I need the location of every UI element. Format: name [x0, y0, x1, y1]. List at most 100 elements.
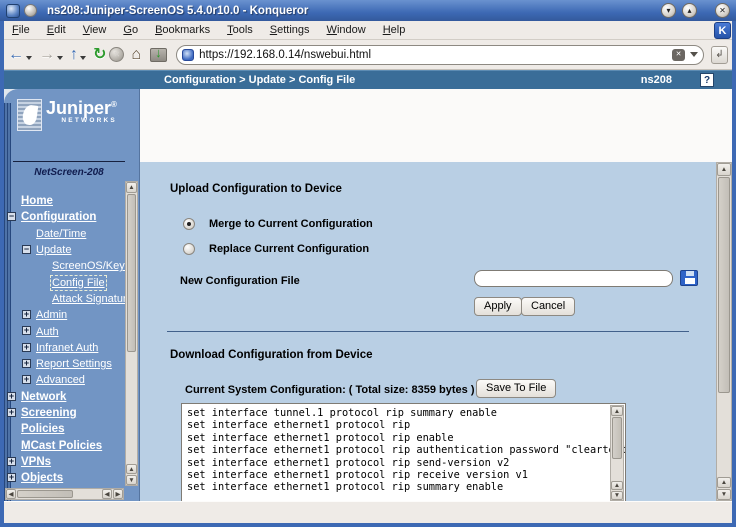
sidebar-link-home[interactable]: Home: [21, 195, 53, 207]
window-menu-icon[interactable]: [6, 4, 20, 18]
sidebar-link-policies[interactable]: Policies: [21, 423, 64, 435]
konqueror-window: ns208:Juniper-ScreenOS 5.4.0r10.0 - Konq…: [0, 0, 736, 527]
sidebar-link-config-file[interactable]: Config File: [52, 277, 105, 289]
sidebar-link-auth[interactable]: Auth: [36, 326, 59, 338]
expand-toggle-icon[interactable]: +: [7, 408, 16, 417]
expand-toggle-icon[interactable]: +: [7, 392, 16, 401]
expand-toggle-icon[interactable]: +: [22, 343, 31, 352]
save-to-file-button[interactable]: Save To File: [476, 379, 556, 398]
pager-icon: [24, 4, 37, 17]
config-textarea[interactable]: set interface tunnel.1 protocol rip summ…: [181, 403, 626, 501]
page-vertical-scrollbar[interactable]: ▲ ▲ ▼: [716, 162, 732, 501]
menu-file[interactable]: File: [12, 24, 30, 36]
sidebar-horizontal-scrollbar[interactable]: ◀ ◀ ▶: [5, 488, 124, 500]
sidebar-link-mcast-policies[interactable]: MCast Policies: [21, 440, 102, 452]
status-bar: [4, 501, 732, 523]
help-button[interactable]: ?: [700, 73, 714, 87]
sidebar-link-screenos-keys[interactable]: ScreenOS/Keys: [52, 260, 126, 272]
sidebar-item-objects[interactable]: + Objects: [4, 470, 126, 486]
sidebar-link-update[interactable]: Update: [36, 244, 71, 256]
new-config-file-input[interactable]: [474, 270, 673, 287]
sidebar-link-attack-signature[interactable]: Attack Signature: [52, 293, 126, 305]
sidebar-item-home[interactable]: Home: [4, 193, 126, 209]
stop-button[interactable]: ✕: [109, 47, 124, 62]
go-button[interactable]: ↲: [711, 46, 728, 64]
sidebar-link-vpns[interactable]: VPNs: [21, 456, 51, 468]
menu-tools[interactable]: Tools: [227, 24, 253, 36]
expand-toggle-icon[interactable]: +: [7, 473, 16, 482]
menu-edit[interactable]: Edit: [47, 24, 66, 36]
expand-toggle-icon[interactable]: +: [22, 310, 31, 319]
merge-radio-label: Merge to Current Configuration: [209, 218, 373, 230]
replace-radio[interactable]: [183, 243, 195, 255]
expand-toggle-icon[interactable]: +: [7, 457, 16, 466]
sidebar-link-admin[interactable]: Admin: [36, 309, 67, 321]
sidebar-item-report-settings[interactable]: + Report Settings: [4, 356, 126, 372]
sidebar-item-attack-signature[interactable]: Attack Signature: [4, 291, 126, 307]
sidebar-item-admin[interactable]: + Admin: [4, 307, 126, 323]
replace-radio-label: Replace Current Configuration: [209, 243, 369, 255]
location-dropdown-icon[interactable]: [690, 52, 698, 57]
maximize-button[interactable]: ▴: [682, 3, 697, 18]
minimize-button[interactable]: ▾: [661, 3, 676, 18]
sidebar-vertical-scrollbar[interactable]: ▲ ▲ ▼: [125, 181, 138, 486]
menu-bookmarks[interactable]: Bookmarks: [155, 24, 210, 36]
merge-radio[interactable]: [183, 218, 195, 230]
sidebar-link-date-time[interactable]: Date/Time: [36, 228, 86, 240]
menu-help[interactable]: Help: [383, 24, 406, 36]
sidebar-item-config-file[interactable]: Config File: [4, 274, 126, 290]
sidebar-link-network[interactable]: Network: [21, 391, 66, 403]
sidebar-item-network[interactable]: + Network: [4, 389, 126, 405]
reload-button[interactable]: ↻: [93, 47, 106, 63]
upload-section-heading: Upload Configuration to Device: [170, 183, 342, 195]
sidebar-item-screening[interactable]: + Screening: [4, 405, 126, 421]
back-button[interactable]: ←: [8, 47, 36, 63]
sidebar-link-advanced[interactable]: Advanced: [36, 374, 85, 386]
sidebar-item-update[interactable]: −Update: [4, 242, 126, 258]
sidebar-item-advanced[interactable]: + Advanced: [4, 372, 126, 388]
menu-go[interactable]: Go: [123, 24, 138, 36]
close-button[interactable]: ✕: [715, 3, 730, 18]
sidebar-link-configuration[interactable]: Configuration: [21, 211, 96, 223]
merge-radio-row[interactable]: Merge to Current Configuration: [183, 218, 373, 230]
download-button[interactable]: ↓: [150, 48, 167, 62]
expand-toggle-icon[interactable]: +: [22, 326, 31, 335]
sidebar-item-infranet-auth[interactable]: + Infranet Auth: [4, 340, 126, 356]
expand-toggle-icon[interactable]: +: [22, 375, 31, 384]
collapse-toggle-icon[interactable]: −: [7, 212, 16, 221]
replace-radio-row[interactable]: Replace Current Configuration: [183, 243, 369, 255]
sidebar-item-date-time[interactable]: Date/Time: [4, 226, 126, 242]
sidebar-item-configuration[interactable]: −Configuration: [4, 209, 126, 225]
menu-view[interactable]: View: [83, 24, 107, 36]
expand-toggle-icon[interactable]: +: [22, 359, 31, 368]
breadcrumb: Configuration > Update > Config File: [4, 74, 355, 86]
location-bar[interactable]: https://192.168.0.14/nswebui.html ✕: [176, 45, 704, 65]
back-dropdown-icon[interactable]: [26, 56, 32, 60]
sidebar-item-screenos-keys[interactable]: ScreenOS/Keys: [4, 258, 126, 274]
up-button[interactable]: ↑: [70, 47, 90, 63]
home-button[interactable]: ⌂: [131, 46, 141, 64]
home-icon: ⌂: [131, 46, 141, 64]
sidebar-item-mcast-policies[interactable]: MCast Policies: [4, 437, 126, 453]
menu-settings[interactable]: Settings: [270, 24, 310, 36]
sidebar-item-auth[interactable]: + Auth: [4, 323, 126, 339]
cancel-button[interactable]: Cancel: [521, 297, 575, 316]
forward-dropdown-icon[interactable]: [57, 56, 63, 60]
clear-location-icon[interactable]: ✕: [672, 49, 685, 61]
up-dropdown-icon[interactable]: [80, 56, 86, 60]
config-scrollbar[interactable]: ▲ ▲ ▼: [610, 405, 624, 501]
sidebar-link-objects[interactable]: Objects: [21, 472, 63, 484]
sidebar-link-screening[interactable]: Screening: [21, 407, 77, 419]
url-input[interactable]: https://192.168.0.14/nswebui.html: [199, 49, 672, 61]
forward-button[interactable]: →: [39, 47, 67, 63]
apply-button[interactable]: Apply: [474, 297, 522, 316]
sidebar-item-vpns[interactable]: + VPNs: [4, 454, 126, 470]
sidebar-item-policies[interactable]: Policies: [4, 421, 126, 437]
sidebar-link-report-settings[interactable]: Report Settings: [36, 358, 112, 370]
menu-window[interactable]: Window: [327, 24, 366, 36]
collapse-toggle-icon[interactable]: −: [22, 245, 31, 254]
main-frame: Upload Configuration to Device Merge to …: [140, 89, 732, 501]
content-area: Juniper® NETWORKS NetScreen-208 Home−Con…: [4, 89, 732, 501]
sidebar-link-infranet-auth[interactable]: Infranet Auth: [36, 342, 98, 354]
browse-file-button[interactable]: [680, 270, 698, 286]
